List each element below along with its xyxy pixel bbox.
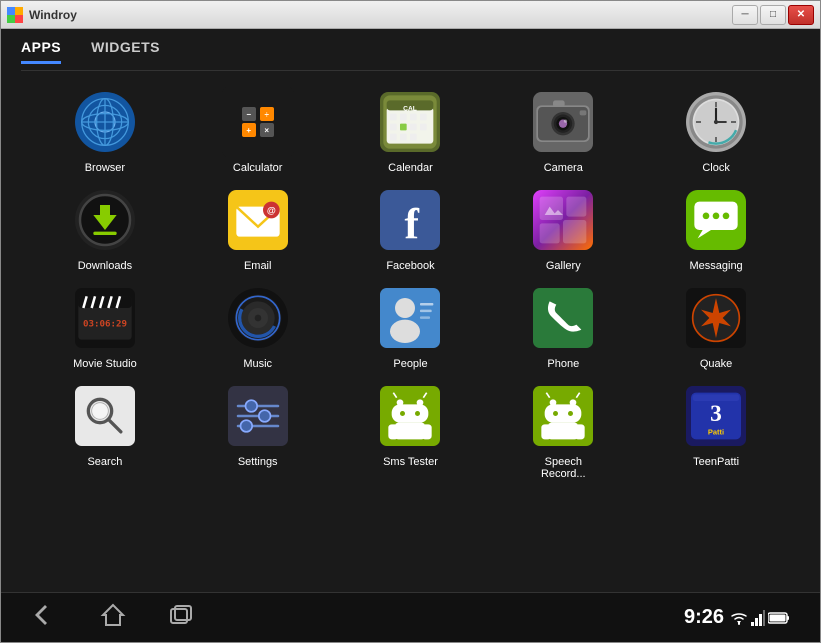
- app-label-phone: Phone: [547, 358, 579, 370]
- app-icon-moviestudio: 03:06:29: [69, 282, 141, 354]
- app-icon-camera: [527, 86, 599, 158]
- app-item-calculator[interactable]: − ÷ + × Calculator: [184, 86, 332, 174]
- app-icon-calendar: CAL: [374, 86, 446, 158]
- drawer-tabs: APPS WIDGETS: [21, 39, 800, 68]
- app-label-clock: Clock: [702, 162, 730, 174]
- svg-text:03:06:29: 03:06:29: [83, 318, 127, 329]
- app-item-people[interactable]: People: [337, 282, 485, 370]
- app-icon-downloads: [69, 184, 141, 256]
- app-icon-speechrecord: [527, 380, 599, 452]
- svg-text:f: f: [405, 200, 420, 248]
- app-label-messaging: Messaging: [689, 260, 742, 272]
- app-label-search: Search: [87, 456, 122, 468]
- svg-text:@: @: [267, 205, 276, 215]
- app-label-gallery: Gallery: [546, 260, 581, 272]
- app-item-quake[interactable]: Quake: [642, 282, 790, 370]
- close-button[interactable]: ✕: [788, 5, 814, 25]
- app-item-clock[interactable]: Clock: [642, 86, 790, 174]
- app-icon-settings: [222, 380, 294, 452]
- title-bar: Windroy ─ □ ✕: [1, 1, 820, 29]
- app-icon-email: @: [222, 184, 294, 256]
- app-icon-browser: [69, 86, 141, 158]
- app-label-people: People: [393, 358, 427, 370]
- app-grid: Browser − ÷ + × Calculator: [21, 81, 800, 485]
- recents-button[interactable]: [167, 601, 195, 635]
- app-label-music: Music: [243, 358, 272, 370]
- app-item-browser[interactable]: Browser: [31, 86, 179, 174]
- app-label-smstester: Sms Tester: [383, 456, 438, 468]
- svg-text:Patti: Patti: [708, 427, 724, 436]
- app-item-settings[interactable]: Settings: [184, 380, 332, 480]
- app-icon-people: [374, 282, 446, 354]
- title-bar-left: Windroy: [7, 7, 77, 23]
- app-label-calendar: Calendar: [388, 162, 433, 174]
- app-icon-small: [7, 7, 23, 23]
- status-icons: [730, 610, 790, 626]
- app-item-teenpatti[interactable]: 3 Patti TeenPatti: [642, 380, 790, 480]
- app-item-phone[interactable]: Phone: [489, 282, 637, 370]
- svg-text:3: 3: [710, 401, 722, 427]
- app-item-email[interactable]: @ Email: [184, 184, 332, 272]
- window-controls: ─ □ ✕: [732, 5, 814, 25]
- app-icon-calculator: − ÷ + ×: [222, 86, 294, 158]
- app-item-camera[interactable]: Camera: [489, 86, 637, 174]
- app-item-downloads[interactable]: Downloads: [31, 184, 179, 272]
- app-item-music[interactable]: Music: [184, 282, 332, 370]
- svg-text:CAL: CAL: [404, 105, 418, 112]
- app-icon-clock: [680, 86, 752, 158]
- signal-icon: [751, 610, 765, 626]
- app-label-moviestudio: Movie Studio: [73, 358, 137, 370]
- home-button[interactable]: [99, 601, 127, 635]
- time-display: 9:26: [684, 606, 724, 629]
- app-icon-facebook: f: [374, 184, 446, 256]
- app-item-moviestudio[interactable]: 03:06:29 Movie Studio: [31, 282, 179, 370]
- app-label-browser: Browser: [85, 162, 125, 174]
- minimize-button[interactable]: ─: [732, 5, 758, 25]
- app-label-downloads: Downloads: [78, 260, 132, 272]
- window: Windroy ─ □ ✕ APPS WIDGETS: [0, 0, 821, 643]
- app-icon-smstester: [374, 380, 446, 452]
- android-body: APPS WIDGETS: [1, 29, 820, 642]
- app-icon-teenpatti: 3 Patti: [680, 380, 752, 452]
- app-item-gallery[interactable]: Gallery: [489, 184, 637, 272]
- app-label-facebook: Facebook: [386, 260, 434, 272]
- app-icon-quake: [680, 282, 752, 354]
- back-button[interactable]: [31, 601, 59, 635]
- app-label-speechrecord: Speech Record...: [523, 456, 603, 480]
- app-item-smstester[interactable]: Sms Tester: [337, 380, 485, 480]
- app-drawer: APPS WIDGETS: [1, 29, 820, 592]
- app-label-teenpatti: TeenPatti: [693, 456, 739, 468]
- bottom-bar: 9:26: [1, 592, 820, 642]
- app-label-calculator: Calculator: [233, 162, 283, 174]
- app-icon-music: [222, 282, 294, 354]
- app-label-quake: Quake: [700, 358, 732, 370]
- app-item-messaging[interactable]: Messaging: [642, 184, 790, 272]
- app-item-speechrecord[interactable]: Speech Record...: [489, 380, 637, 480]
- tab-divider: [21, 70, 800, 71]
- app-label-settings: Settings: [238, 456, 278, 468]
- tab-apps[interactable]: APPS: [21, 39, 61, 64]
- app-icon-phone: [527, 282, 599, 354]
- app-item-calendar[interactable]: CAL: [337, 86, 485, 174]
- app-item-search[interactable]: Search: [31, 380, 179, 480]
- app-icon-gallery: [527, 184, 599, 256]
- app-label-email: Email: [244, 260, 272, 272]
- status-bar: 9:26: [684, 606, 790, 629]
- wifi-icon: [730, 610, 748, 626]
- app-item-facebook[interactable]: f Facebook: [337, 184, 485, 272]
- window-title: Windroy: [29, 8, 77, 22]
- tab-widgets[interactable]: WIDGETS: [91, 39, 160, 64]
- nav-buttons: [31, 601, 195, 635]
- app-icon-messaging: [680, 184, 752, 256]
- maximize-button[interactable]: □: [760, 5, 786, 25]
- battery-icon: [768, 612, 790, 624]
- app-icon-search: [69, 380, 141, 452]
- app-label-camera: Camera: [544, 162, 583, 174]
